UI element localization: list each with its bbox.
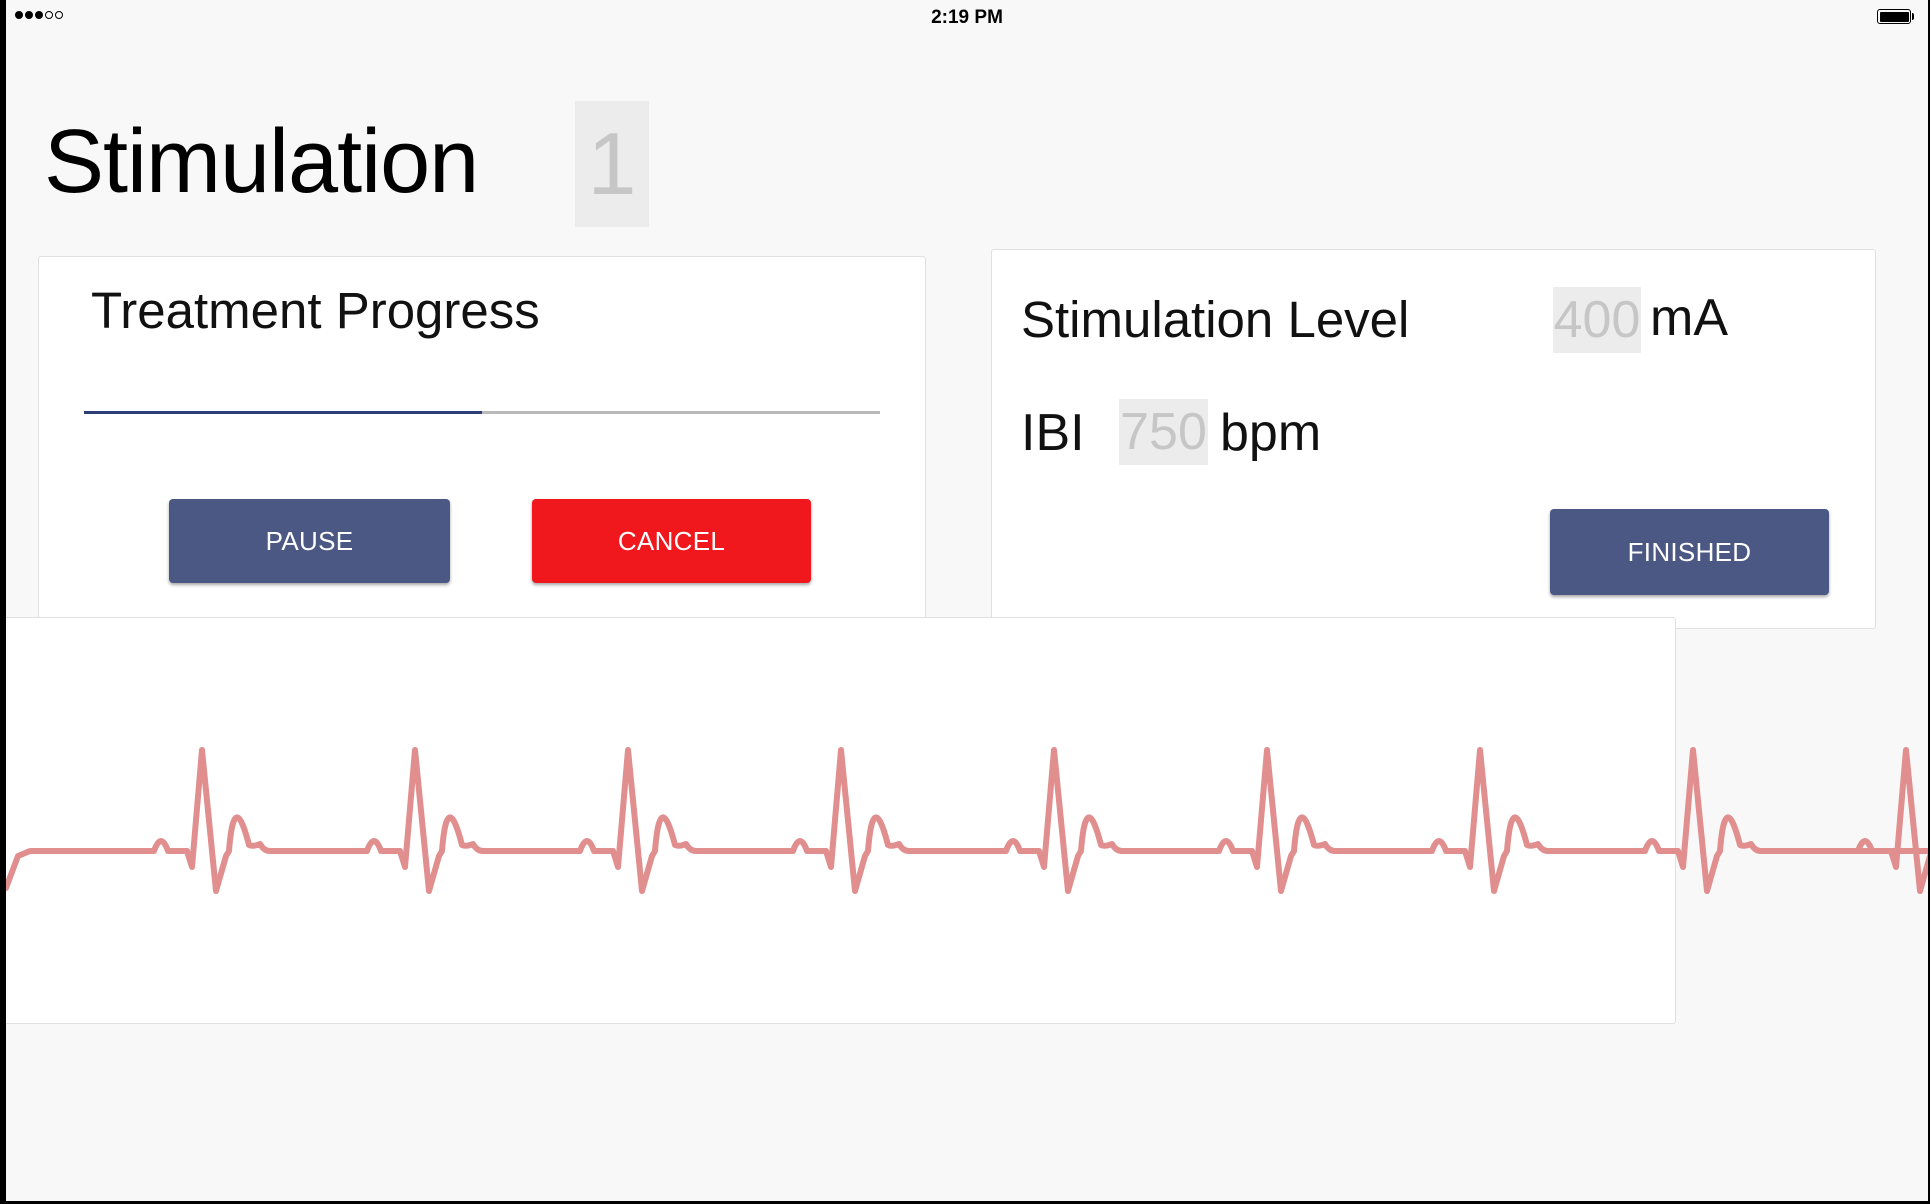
stimulation-level-field[interactable]: 400 bbox=[1553, 287, 1641, 353]
treatment-progress-card: Treatment Progress PAUSE CANCEL bbox=[38, 256, 926, 636]
treatment-progress-title: Treatment Progress bbox=[91, 282, 540, 339]
finished-button[interactable]: FINISHED bbox=[1550, 509, 1829, 595]
ibi-label: IBI bbox=[1021, 404, 1085, 462]
session-number-field[interactable]: 1 bbox=[575, 101, 649, 227]
treatment-progress-bar bbox=[84, 411, 880, 414]
battery-level bbox=[1879, 11, 1909, 22]
page-title: Stimulation bbox=[44, 112, 479, 212]
battery-icon bbox=[1877, 9, 1911, 24]
status-bar: 2:19 PM bbox=[6, 0, 1928, 34]
stimulation-level-unit: mA bbox=[1650, 289, 1728, 347]
stimulation-level-label: Stimulation Level bbox=[1021, 291, 1410, 348]
ibi-field[interactable]: 750 bbox=[1119, 399, 1208, 465]
app-screen: 2:19 PM Stimulation 1 Treatment Progress… bbox=[6, 0, 1928, 1201]
ibi-unit: bpm bbox=[1220, 404, 1322, 462]
treatment-progress-fill bbox=[84, 411, 482, 414]
cancel-button[interactable]: CANCEL bbox=[532, 499, 811, 583]
status-time: 2:19 PM bbox=[931, 7, 1003, 28]
pause-button[interactable]: PAUSE bbox=[169, 499, 450, 583]
ecg-card bbox=[6, 617, 1676, 1024]
stimulation-level-card: Stimulation Level 400 mA IBI 750 bpm FIN… bbox=[991, 249, 1876, 629]
battery-tip bbox=[1912, 13, 1914, 20]
